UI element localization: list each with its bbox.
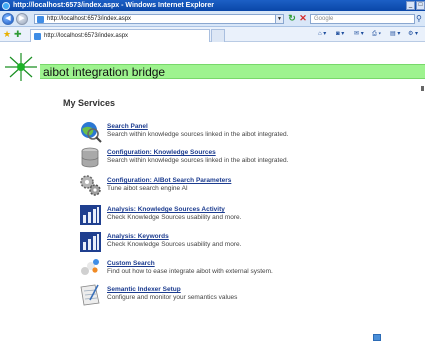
service-description: Search within knowledge sources linked i… [107,131,289,138]
back-button[interactable]: ◀ [2,13,14,25]
service-item: Analysis: Knowledge Sources Activity Che… [79,203,419,229]
database-icon [81,147,99,168]
service-link-search-panel[interactable]: Search Panel [107,123,148,130]
search-icon[interactable]: ⚲ [416,14,425,24]
service-description: Tune aibot search engine AI [107,185,188,192]
service-link-custom-search[interactable]: Custom Search [107,260,155,267]
aibot-logo-icon [5,53,37,81]
page-icon [37,15,44,23]
service-description: Configure and monitor your semantics val… [107,294,238,301]
status-zone-icon [373,334,381,341]
tab-current[interactable]: http://localhost:6573/index.aspx [30,29,210,42]
window-title: http://localhost:6573/index.aspx - Windo… [13,2,215,9]
globe-search-icon [81,122,102,143]
mail-icon[interactable]: ✉ ▾ [354,30,364,39]
site-title: aibot integration bridge [43,65,166,79]
tools-menu-icon[interactable]: ⚙ ▾ [408,30,418,39]
window-titlebar: http://localhost:6573/index.aspx - Windo… [0,0,425,11]
address-dropdown-icon[interactable]: ▼ [275,15,283,23]
page-menu-icon[interactable]: ▤ ▾ [390,30,400,39]
section-title: My Services [63,98,116,108]
minimize-button[interactable]: _ [406,1,415,10]
service-link-sources-activity[interactable]: Analysis: Knowledge Sources Activity [107,206,225,213]
service-link-keywords[interactable]: Analysis: Keywords [107,233,169,240]
gears-icon [80,175,101,196]
service-link-search-parameters[interactable]: Configuration: AIBot Search Parameters [107,177,231,184]
service-item: Custom Search Find out how to ease integ… [79,257,419,283]
search-input[interactable]: Google [310,14,415,24]
maximize-button[interactable]: □ [416,1,425,10]
ie-icon [2,1,10,10]
scrollbar-marker [421,86,424,91]
window-controls: _ □ [405,1,425,10]
tab-label: http://localhost:6573/index.aspx [44,33,129,39]
service-item: Configuration: Knowledge Sources Search … [79,146,419,172]
address-toolbar: ◀ ▶ http://localhost:6573/index.aspx ▼ ↻… [0,11,425,27]
service-link-semantic-indexer[interactable]: Semantic Indexer Setup [107,286,181,293]
print-icon[interactable]: ⎙ ▾ [372,30,381,39]
page-header: aibot integration bridge [0,42,425,92]
puzzle-icon [81,259,99,275]
service-link-knowledge-sources[interactable]: Configuration: Knowledge Sources [107,149,216,156]
service-description: Check Knowledge Sources usability and mo… [107,214,242,221]
stop-icon[interactable]: ✕ [298,14,308,24]
add-favorite-icon[interactable]: ✚ [14,29,22,39]
service-description: Find out how to ease integrate aibot wit… [107,268,273,275]
notepad-icon [80,284,100,306]
service-item: Analysis: Keywords Check Knowledge Sourc… [79,230,419,256]
favorites-star-icon[interactable]: ★ [3,29,11,39]
address-url: http://localhost:6573/index.aspx [47,16,132,22]
bar-chart-icon [80,232,101,252]
tab-page-icon [34,32,41,40]
service-description: Check Knowledge Sources usability and mo… [107,241,242,248]
new-tab-button[interactable] [211,29,225,42]
forward-button[interactable]: ▶ [16,13,28,25]
tab-toolbar: ★ ✚ http://localhost:6573/index.aspx ⌂ ▾… [0,27,425,42]
site-banner: aibot integration bridge [40,64,425,79]
service-item: Search Panel Search within knowledge sou… [79,120,419,146]
service-item: Configuration: AIBot Search Parameters T… [79,174,419,200]
feeds-icon[interactable]: ◙ ▾ [336,30,344,39]
home-icon[interactable]: ⌂ ▾ [318,30,326,39]
service-description: Search within knowledge sources linked i… [107,157,289,164]
bar-chart-icon [80,205,101,225]
service-item: Semantic Indexer Setup Configure and mon… [79,283,419,309]
address-bar[interactable]: http://localhost:6573/index.aspx ▼ [34,14,284,24]
refresh-icon[interactable]: ↻ [287,14,297,24]
